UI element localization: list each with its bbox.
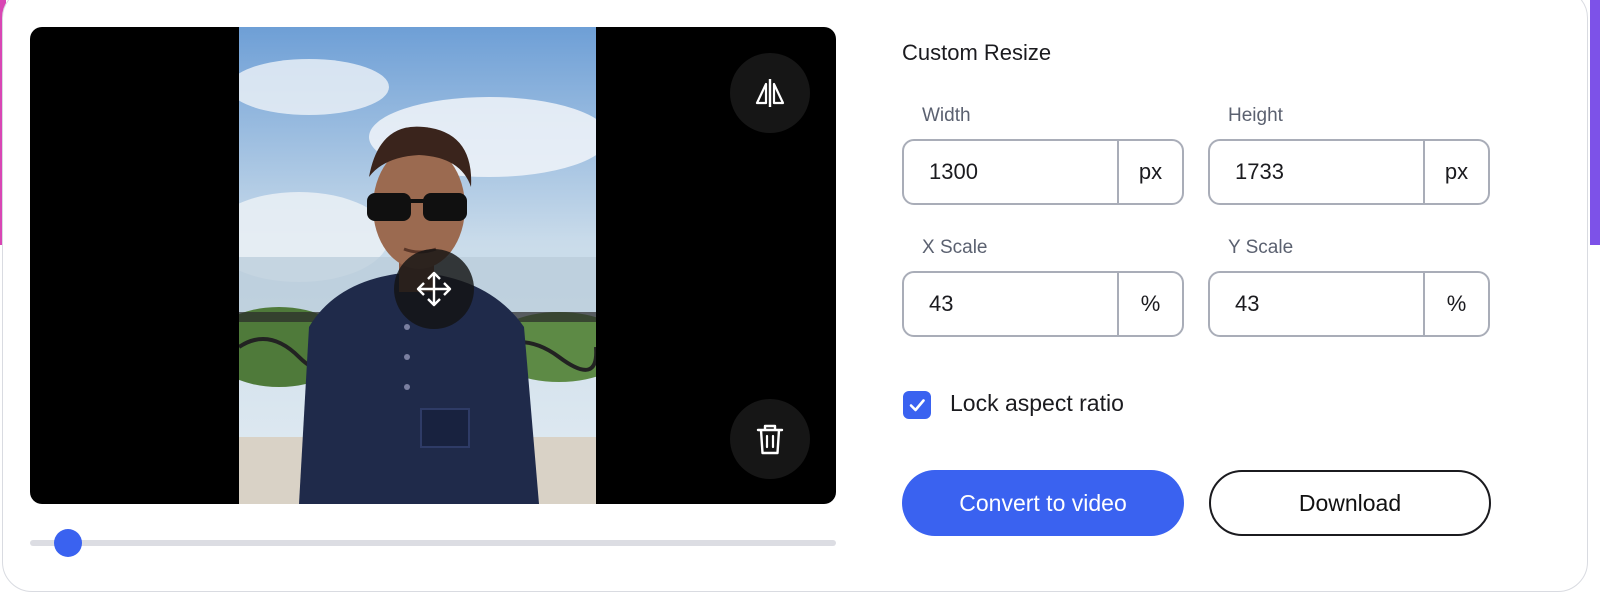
move-handle[interactable] (394, 249, 474, 329)
x-scale-label: X Scale (922, 237, 988, 258)
panel-title: Custom Resize (902, 40, 1052, 65)
flip-horizontal-icon (755, 79, 785, 107)
delete-button[interactable] (730, 399, 810, 479)
move-arrows-icon (416, 271, 452, 307)
height-input[interactable] (1210, 141, 1423, 203)
x-scale-unit: % (1117, 273, 1182, 335)
lock-aspect-checkbox[interactable] (903, 391, 931, 419)
height-unit: px (1423, 141, 1488, 203)
trash-icon (756, 424, 784, 455)
x-scale-input[interactable] (904, 273, 1117, 335)
y-scale-unit: % (1423, 273, 1488, 335)
flip-button[interactable] (730, 53, 810, 133)
checkmark-icon (909, 399, 925, 412)
width-unit: px (1117, 141, 1182, 203)
background-edge-right (1590, 0, 1600, 245)
image-preview (30, 27, 836, 504)
height-label: Height (1228, 105, 1283, 126)
slider-thumb[interactable] (53, 529, 82, 557)
y-scale-input[interactable] (1210, 273, 1423, 335)
timeline-slider[interactable] (30, 529, 836, 557)
download-button[interactable]: Download (1209, 470, 1491, 536)
y-scale-label: Y Scale (1228, 237, 1294, 258)
width-label: Width (922, 105, 971, 126)
width-input[interactable] (904, 141, 1117, 203)
y-scale-field: % (1208, 271, 1490, 337)
width-field: px (902, 139, 1184, 205)
height-field: px (1208, 139, 1490, 205)
convert-to-video-button[interactable]: Convert to video (902, 470, 1184, 536)
lock-aspect-label[interactable]: Lock aspect ratio (950, 390, 1124, 417)
x-scale-field: % (902, 271, 1184, 337)
